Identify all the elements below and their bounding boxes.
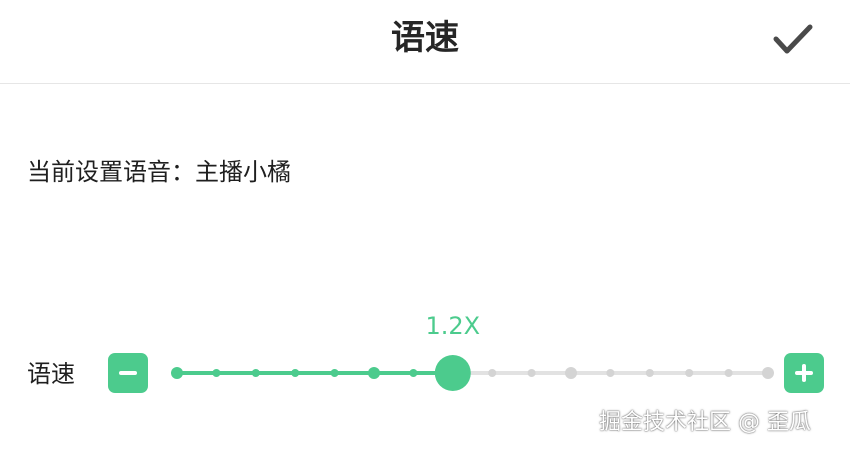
slider-step-dot (724, 369, 733, 377)
current-voice-text: 当前设置语音：主播小橘 (27, 158, 291, 186)
header-bar: 语速 (0, 0, 850, 84)
slider-step-dot (762, 367, 774, 379)
slider-step-dot (685, 369, 694, 377)
slider-step-dot (291, 369, 300, 377)
increase-speed-button[interactable] (784, 353, 824, 393)
minus-icon (119, 371, 137, 375)
slider-step-dot (565, 367, 577, 379)
speed-value-label: 1.2X (425, 312, 481, 340)
slider-step-dot (527, 369, 536, 377)
decrease-speed-button[interactable] (108, 353, 148, 393)
slider-step-dot (645, 369, 654, 377)
slider-step-dot (171, 367, 183, 379)
speed-label: 语速 (27, 360, 75, 388)
slider-step-dot (488, 369, 497, 377)
plus-icon-vertical-bar (802, 364, 806, 382)
slider-step-dot (606, 369, 615, 377)
watermark: 掘金技术社区 @ 歪瓜 (599, 410, 811, 435)
slider-step-dot (330, 369, 339, 377)
slider-thumb[interactable] (434, 355, 471, 391)
slider-step-dot (212, 369, 221, 377)
slider-step-dot (409, 369, 418, 377)
checkmark-icon (773, 24, 813, 54)
slider-step-dot (368, 367, 380, 379)
confirm-button[interactable] (768, 18, 818, 62)
slider-step-dot (251, 369, 260, 377)
page-title: 语速 (391, 18, 459, 58)
